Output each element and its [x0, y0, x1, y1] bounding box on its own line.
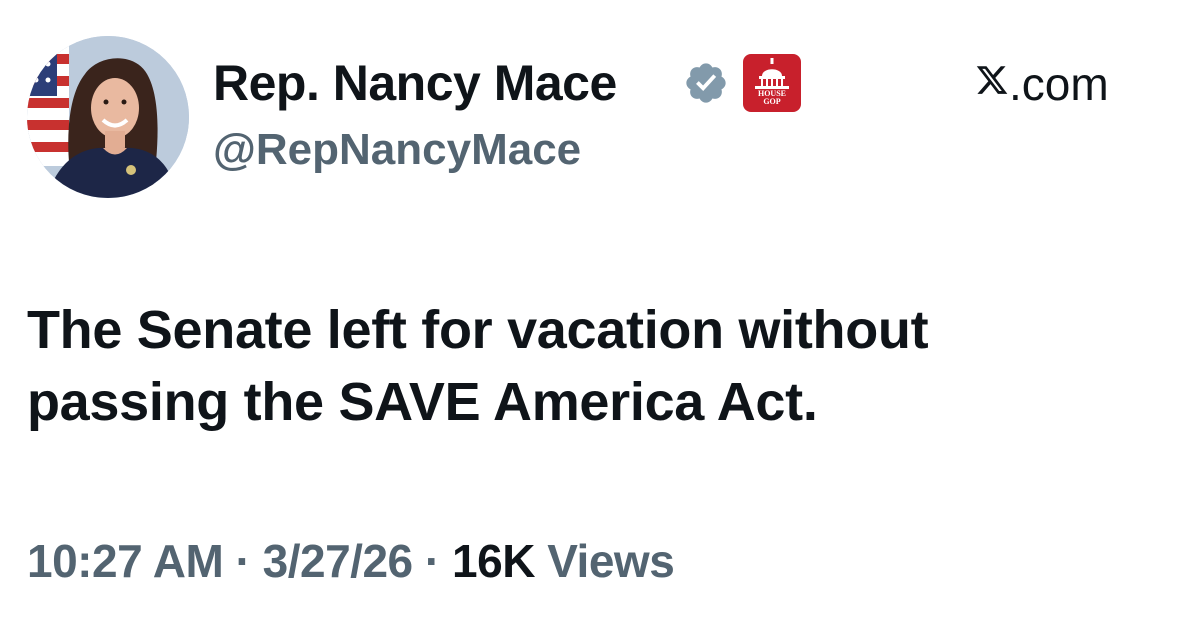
- avatar-photo: [27, 36, 189, 198]
- tweet-text-line-1: The Senate left for vacation without: [27, 300, 929, 360]
- capitol-dome-icon: [755, 58, 789, 89]
- affiliate-badge-label: HOUSE GOP: [743, 90, 801, 106]
- meta-separator: ·: [424, 535, 440, 587]
- site-brand: .com: [975, 61, 1147, 111]
- verified-badge-icon[interactable]: [683, 60, 729, 106]
- tweet-text: The Senate left for vacation without pas…: [27, 294, 1147, 438]
- views-count[interactable]: 16K: [452, 535, 535, 587]
- meta-separator: ·: [235, 535, 251, 587]
- tweet-meta: 10:27 AM · 3/27/26 · 16K Views: [27, 535, 675, 587]
- display-name[interactable]: Rep. Nancy Mace: [213, 58, 617, 108]
- tweet-time[interactable]: 10:27 AM: [27, 535, 224, 587]
- affiliate-badge[interactable]: HOUSE GOP: [743, 54, 801, 112]
- site-brand-text: .com: [1009, 58, 1109, 110]
- tweet-text-line-2: passing the SAVE America Act.: [27, 372, 818, 432]
- user-handle[interactable]: @RepNancyMace: [213, 128, 581, 172]
- tweet-date[interactable]: 3/27/26: [263, 535, 413, 587]
- affiliate-badge-line2: GOP: [763, 97, 781, 106]
- views-label[interactable]: Views: [547, 535, 675, 587]
- avatar[interactable]: [27, 36, 189, 198]
- x-logo-icon: [976, 66, 1008, 94]
